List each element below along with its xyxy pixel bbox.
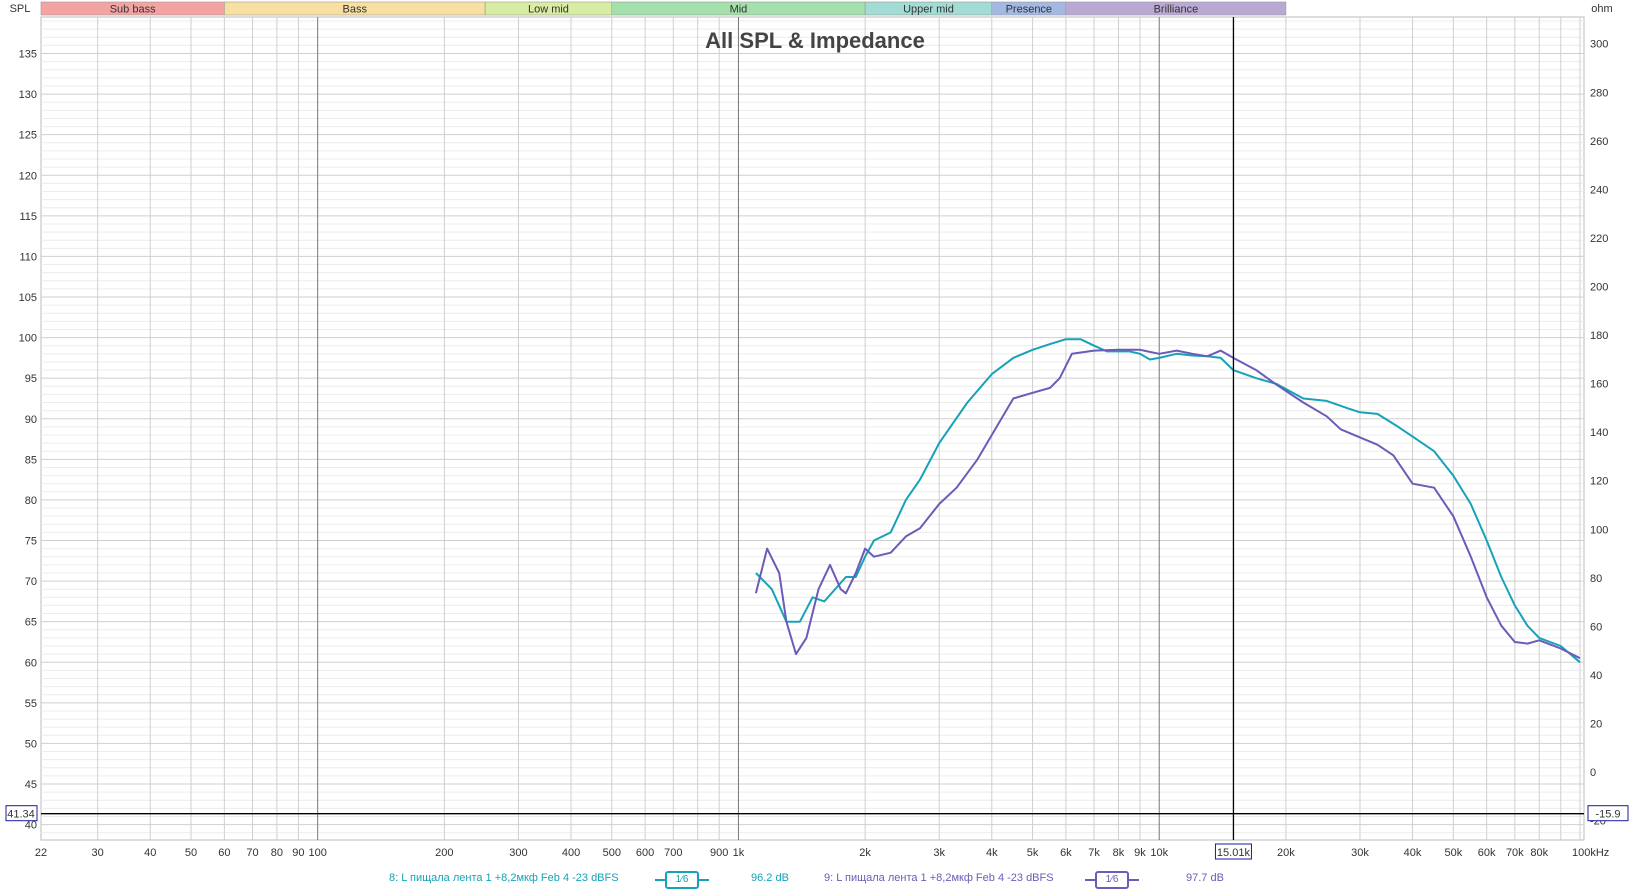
x-tick-label: 70 — [246, 847, 258, 859]
x-tick-label: 40k — [1404, 847, 1422, 859]
band-label: Upper mid — [903, 4, 954, 16]
x-tick-label: 900 — [710, 847, 728, 859]
y-tick-label: 105 — [19, 292, 37, 304]
y2-tick-label: 140 — [1590, 427, 1608, 439]
y2-tick-label: 240 — [1590, 184, 1608, 196]
y-tick-label: 95 — [25, 373, 37, 385]
x-tick-label: 50k — [1444, 847, 1462, 859]
y-tick-label: 90 — [25, 414, 37, 426]
y-tick-label: 115 — [19, 211, 37, 223]
legend-series-8-smoothing[interactable]: 1⁄6 — [655, 871, 709, 889]
y-tick-label: 125 — [19, 130, 37, 142]
y2-tick-label: 40 — [1590, 670, 1602, 682]
y-tick-label: 60 — [25, 657, 37, 669]
band-label: Low mid — [528, 4, 569, 16]
x-tick-label: 700 — [664, 847, 682, 859]
y2-tick-label: 20 — [1590, 718, 1602, 730]
x-tick-label: 60 — [218, 847, 230, 859]
y2-tick-label: 220 — [1590, 233, 1608, 245]
x-tick-label: 400 — [562, 847, 580, 859]
y-tick-label: 80 — [25, 495, 37, 507]
y2-tick-label: 100 — [1590, 524, 1608, 536]
band-label: Mid — [730, 4, 748, 16]
spl-axis-label: SPL — [10, 3, 31, 15]
y2-tick-label: 160 — [1590, 379, 1608, 391]
x-tick-label: 80 — [271, 847, 283, 859]
x-tick-label: 3k — [933, 847, 945, 859]
y-tick-label: 45 — [25, 779, 37, 791]
band-label: Presence — [1006, 4, 1052, 16]
x-tick-label: 6k — [1060, 847, 1072, 859]
x-tick-label: 90 — [292, 847, 304, 859]
cursor-x-label: 15.01k — [1217, 847, 1251, 859]
x-tick-label: 70k — [1506, 847, 1524, 859]
x-tick-label: 100kHz — [1572, 847, 1609, 859]
y-tick-label: 40 — [25, 820, 37, 832]
y2-tick-label: 280 — [1590, 87, 1608, 99]
x-tick-label: 30k — [1351, 847, 1369, 859]
band-label: Bass — [343, 4, 368, 16]
y-tick-label: 70 — [25, 576, 37, 588]
y-tick-label: 110 — [19, 251, 37, 263]
y-tick-label: 120 — [19, 170, 37, 182]
legend-series-8-level: 96.2 dB — [751, 872, 789, 884]
cursor-y2-label: -15.9 — [1595, 809, 1620, 821]
y2-tick-label: 120 — [1590, 476, 1608, 488]
legend-series-9-name[interactable]: 9: L пищала лента 1 +8,2мкф Feb 4 -23 dB… — [824, 872, 1054, 884]
legend-series-9-smoothing[interactable]: 1⁄6 — [1085, 871, 1139, 889]
y2-tick-label: 60 — [1590, 621, 1602, 633]
x-tick-label: 20k — [1277, 847, 1295, 859]
y2-tick-label: 260 — [1590, 136, 1608, 148]
x-tick-label: 30 — [92, 847, 104, 859]
x-tick-label: 80k — [1530, 847, 1548, 859]
x-tick-label: 40 — [144, 847, 156, 859]
x-tick-label: 4k — [986, 847, 998, 859]
y-tick-label: 85 — [25, 454, 37, 466]
x-tick-label: 22 — [35, 847, 47, 859]
x-tick-label: 8k — [1113, 847, 1125, 859]
x-tick-label: 50 — [185, 847, 197, 859]
x-tick-label: 10k — [1150, 847, 1168, 859]
y2-tick-label: 0 — [1590, 767, 1596, 779]
x-tick-label: 200 — [435, 847, 453, 859]
plot-area — [40, 16, 1585, 841]
x-tick-label: 5k — [1027, 847, 1039, 859]
y-tick-label: 50 — [25, 738, 37, 750]
y2-tick-label: 80 — [1590, 573, 1602, 585]
y-tick-label: 65 — [25, 617, 37, 629]
y2-tick-label: 180 — [1590, 330, 1608, 342]
y-tick-label: 55 — [25, 698, 37, 710]
x-tick-label: 9k — [1134, 847, 1146, 859]
ohm-axis-label: ohm — [1591, 3, 1612, 15]
x-tick-label: 100 — [309, 847, 327, 859]
x-tick-label: 500 — [603, 847, 621, 859]
x-tick-label: 2k — [859, 847, 871, 859]
legend-series-9-level: 97.7 dB — [1186, 872, 1224, 884]
x-tick-label: 600 — [636, 847, 654, 859]
cursor-y-label: 41.34 — [7, 809, 35, 821]
legend-series-8-name[interactable]: 8: L пищала лента 1 +8,2мкф Feb 4 -23 dB… — [389, 872, 619, 884]
spl-chart[interactable]: SPL ohm Sub bass Bass Low mid Mid Upper mid Pre… — [0, 0, 1635, 887]
x-tick-label: 1k — [733, 847, 745, 859]
y-tick-label: 100 — [19, 333, 37, 345]
band-label: Brilliance — [1154, 4, 1199, 16]
y-tick-label: 130 — [19, 89, 37, 101]
x-tick-label: 300 — [509, 847, 527, 859]
chart-title: All SPL & Impedance — [705, 28, 925, 53]
x-tick-label: 60k — [1478, 847, 1496, 859]
y2-tick-label: 200 — [1590, 281, 1608, 293]
y-tick-label: 75 — [25, 536, 37, 548]
x-tick-label: 7k — [1088, 847, 1100, 859]
y2-tick-label: 300 — [1590, 39, 1608, 51]
band-label: Sub bass — [110, 4, 156, 16]
y-tick-label: 135 — [19, 49, 37, 61]
